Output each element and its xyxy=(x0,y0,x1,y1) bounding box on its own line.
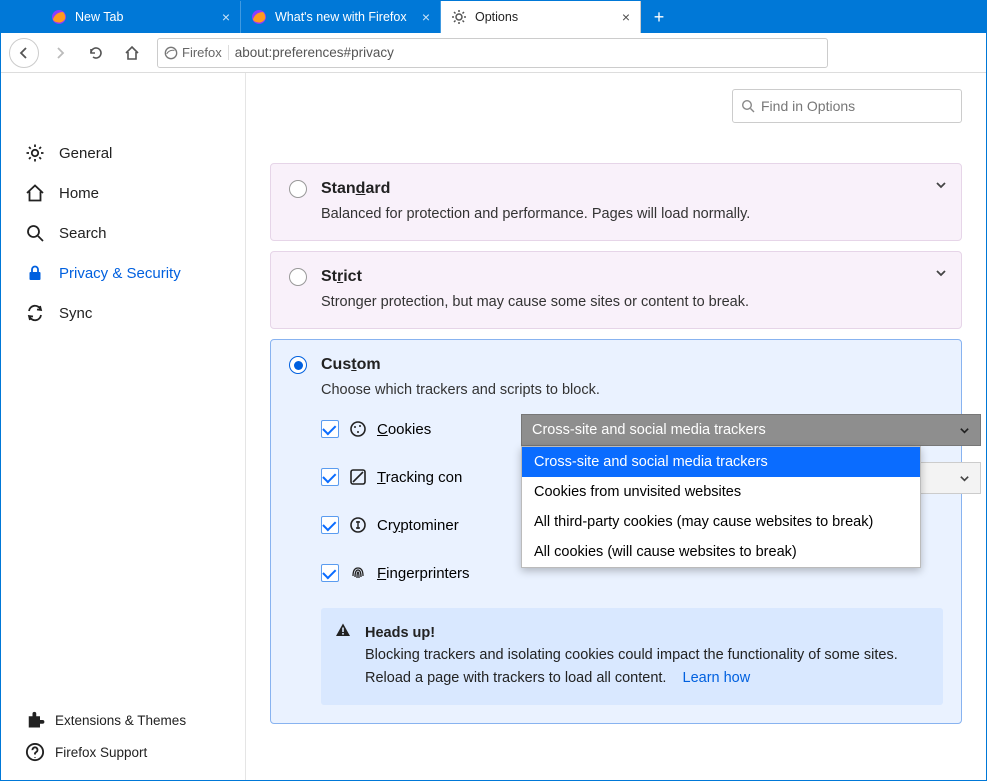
dropdown-value: Cross-site and social media trackers xyxy=(532,422,766,438)
tab-strip: New Tab × What's new with Firefox × Opti… xyxy=(1,1,986,33)
chevron-down-icon[interactable] xyxy=(935,178,947,196)
tab-whatsnew[interactable]: What's new with Firefox × xyxy=(241,1,441,33)
checkbox-finger[interactable] xyxy=(321,564,339,582)
sidebar-label: General xyxy=(59,145,112,162)
gear-icon xyxy=(25,143,45,163)
close-icon[interactable]: × xyxy=(422,9,430,25)
sidebar-item-general[interactable]: General xyxy=(17,133,229,173)
panel-title: Custom xyxy=(321,356,381,374)
checkbox-cookies[interactable] xyxy=(321,420,339,438)
sidebar-label: Extensions & Themes xyxy=(55,713,186,728)
check-label: Fingerprinters xyxy=(377,565,470,582)
nav-toolbar: Firefox about:preferences#privacy xyxy=(1,33,986,73)
crypto-icon xyxy=(349,516,367,534)
heads-up-banner: Heads up! Blocking trackers and isolatin… xyxy=(321,608,943,705)
menu-item[interactable]: All cookies (will cause websites to brea… xyxy=(522,537,920,567)
row-cookies: Cookies Cross-site and social media trac… xyxy=(321,420,943,438)
checkbox-crypto[interactable] xyxy=(321,516,339,534)
panel-title: Standard xyxy=(321,180,390,198)
menu-item[interactable]: Cross-site and social media trackers xyxy=(522,447,920,477)
new-tab-button[interactable]: + xyxy=(641,1,677,33)
sidebar-label: Home xyxy=(59,185,99,202)
menu-item[interactable]: All third-party cookies (may cause websi… xyxy=(522,507,920,537)
sidebar-label: Search xyxy=(59,225,107,242)
forward-button[interactable] xyxy=(45,38,75,68)
sidebar-label: Sync xyxy=(59,305,92,322)
sidebar-item-extensions[interactable]: Extensions & Themes xyxy=(17,704,229,736)
panel-custom: Custom Choose which trackers and scripts… xyxy=(270,339,962,724)
url-text: about:preferences#privacy xyxy=(235,45,394,60)
sidebar-item-sync[interactable]: Sync xyxy=(17,293,229,333)
sidebar-label: Privacy & Security xyxy=(59,265,181,282)
home-icon xyxy=(25,183,45,203)
check-label: Cryptominer xyxy=(377,517,459,534)
lock-icon xyxy=(25,263,45,283)
warning-icon xyxy=(335,622,351,645)
search-placeholder: Find in Options xyxy=(761,98,855,114)
check-label: Cookies xyxy=(377,421,431,438)
firefox-gray-icon xyxy=(164,46,178,60)
sidebar-item-home[interactable]: Home xyxy=(17,173,229,213)
identity-box[interactable]: Firefox xyxy=(164,45,229,60)
back-button[interactable] xyxy=(9,38,39,68)
tab-label: Options xyxy=(475,10,518,24)
panel-desc: Balanced for protection and performance.… xyxy=(321,206,943,222)
panel-desc: Choose which trackers and scripts to blo… xyxy=(321,382,943,398)
fingerprint-icon xyxy=(349,564,367,582)
chevron-down-icon[interactable] xyxy=(935,266,947,284)
search-icon xyxy=(25,223,45,243)
tab-new[interactable]: New Tab × xyxy=(41,1,241,33)
sidebar-item-search[interactable]: Search xyxy=(17,213,229,253)
gear-icon xyxy=(451,9,467,25)
identity-label: Firefox xyxy=(182,45,222,60)
tracking-icon xyxy=(349,468,367,486)
puzzle-icon xyxy=(25,710,45,730)
radio-standard[interactable] xyxy=(289,180,307,198)
panel-title: Strict xyxy=(321,268,362,286)
tab-label: What's new with Firefox xyxy=(275,10,407,24)
cookie-icon xyxy=(349,420,367,438)
cookies-dropdown[interactable]: Cross-site and social media trackers xyxy=(521,414,981,446)
firefox-icon xyxy=(251,9,267,25)
find-in-options[interactable]: Find in Options xyxy=(732,89,962,123)
learn-how-link[interactable]: Learn how xyxy=(683,670,751,686)
home-button[interactable] xyxy=(117,38,147,68)
tab-label: New Tab xyxy=(75,10,123,24)
panel-desc: Stronger protection, but may cause some … xyxy=(321,294,943,310)
panel-standard[interactable]: Standard Balanced for protection and per… xyxy=(270,163,962,241)
sync-icon xyxy=(25,303,45,323)
heads-body: Blocking trackers and isolating cookies … xyxy=(365,647,898,685)
heads-title: Heads up! xyxy=(365,625,435,641)
reload-button[interactable] xyxy=(81,38,111,68)
cookies-dropdown-menu: Cross-site and social media trackers Coo… xyxy=(521,446,921,568)
panel-strict[interactable]: Strict Stronger protection, but may caus… xyxy=(270,251,962,329)
chevron-down-icon xyxy=(959,425,970,436)
help-icon xyxy=(25,742,45,762)
menu-item[interactable]: Cookies from unvisited websites xyxy=(522,477,920,507)
radio-strict[interactable] xyxy=(289,268,307,286)
sidebar-item-privacy[interactable]: Privacy & Security xyxy=(17,253,229,293)
sidebar-label: Firefox Support xyxy=(55,745,147,760)
main-pane: Find in Options Standard Balanced for pr… xyxy=(246,73,986,780)
close-icon[interactable]: × xyxy=(222,9,230,25)
check-label: Tracking con xyxy=(377,469,462,486)
chevron-down-icon xyxy=(959,473,970,484)
sidebar-item-support[interactable]: Firefox Support xyxy=(17,736,229,768)
preferences-sidebar: General Home Search Privacy & Security S… xyxy=(1,73,246,780)
firefox-icon xyxy=(51,9,67,25)
close-icon[interactable]: × xyxy=(622,9,630,25)
url-bar[interactable]: Firefox about:preferences#privacy xyxy=(157,38,828,68)
search-icon xyxy=(741,99,755,113)
tab-options[interactable]: Options × xyxy=(441,1,641,33)
radio-custom[interactable] xyxy=(289,356,307,374)
checkbox-tracking[interactable] xyxy=(321,468,339,486)
